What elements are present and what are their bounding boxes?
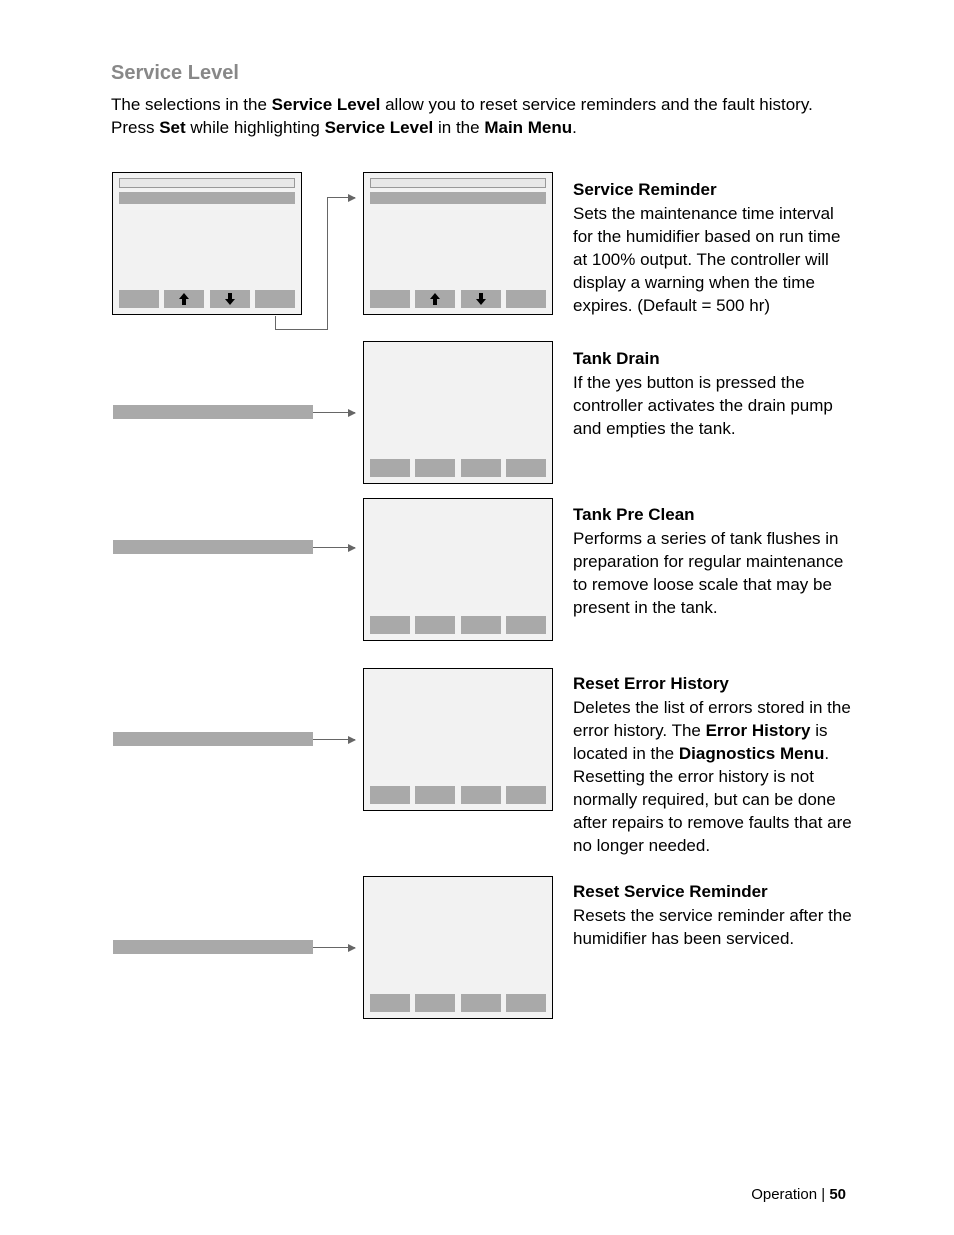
menu-item-bar <box>113 405 313 419</box>
screen-tank-drain <box>363 341 553 484</box>
intro-b2: Set <box>159 118 185 137</box>
screen-button-row <box>370 290 546 308</box>
footer-section: Operation <box>751 1186 817 1203</box>
softkey-4[interactable] <box>506 994 546 1012</box>
menu-item-bar <box>113 940 313 954</box>
screen-button-row <box>119 290 295 308</box>
screen-main-menu <box>112 172 302 315</box>
softkey-1[interactable] <box>370 616 410 634</box>
softkey-down[interactable] <box>461 290 501 308</box>
screen-service-level <box>363 172 553 315</box>
connector-line <box>275 329 327 330</box>
softkey-1[interactable] <box>370 994 410 1012</box>
intro-t1: The selections in the <box>111 95 272 114</box>
softkey-3[interactable] <box>461 616 501 634</box>
page-title: Service Level <box>111 60 239 87</box>
softkey-1[interactable] <box>370 290 410 308</box>
softkey-4[interactable] <box>255 290 295 308</box>
screen-reset-service <box>363 876 553 1019</box>
softkey-2[interactable] <box>415 994 455 1012</box>
desc-body: Performs a series of tank flushes in pre… <box>573 528 853 620</box>
screen-button-row <box>370 459 546 477</box>
softkey-3[interactable] <box>461 459 501 477</box>
softkey-up[interactable] <box>415 290 455 308</box>
softkey-1[interactable] <box>119 290 159 308</box>
desc-reset-error: Reset Error History Deletes the list of … <box>573 673 853 858</box>
desc-tank-drain: Tank Drain If the yes button is pressed … <box>573 348 853 441</box>
screen-reset-error <box>363 668 553 811</box>
page-number: 50 <box>829 1186 846 1203</box>
screen-button-row <box>370 994 546 1012</box>
desc-body: Sets the maintenance time interval for t… <box>573 203 853 318</box>
menu-item-bar <box>113 732 313 746</box>
arrow-icon <box>313 739 355 740</box>
desc-heading: Tank Pre Clean <box>573 504 853 527</box>
softkey-4[interactable] <box>506 290 546 308</box>
softkey-down[interactable] <box>210 290 250 308</box>
desc-service-reminder: Service Reminder Sets the maintenance ti… <box>573 179 853 318</box>
b: Error History <box>706 721 811 740</box>
softkey-1[interactable] <box>370 459 410 477</box>
connector-line <box>275 316 276 330</box>
screen-button-row <box>370 786 546 804</box>
intro-b1: Service Level <box>272 95 381 114</box>
intro-b4: Main Menu <box>484 118 572 137</box>
arrow-icon <box>313 547 355 548</box>
softkey-3[interactable] <box>461 786 501 804</box>
b: Diagnostics Menu <box>679 744 824 763</box>
desc-heading: Reset Error History <box>573 673 853 696</box>
arrow-icon <box>327 197 355 198</box>
intro-t3: while highlighting <box>186 118 325 137</box>
desc-reset-service: Reset Service Reminder Resets the servic… <box>573 881 853 951</box>
screen-tank-pre-clean <box>363 498 553 641</box>
arrow-icon <box>313 947 355 948</box>
softkey-3[interactable] <box>461 994 501 1012</box>
softkey-4[interactable] <box>506 616 546 634</box>
intro-t4: in the <box>433 118 484 137</box>
desc-heading: Tank Drain <box>573 348 853 371</box>
desc-heading: Reset Service Reminder <box>573 881 853 904</box>
softkey-4[interactable] <box>506 459 546 477</box>
arrow-up-icon <box>179 293 189 305</box>
softkey-up[interactable] <box>164 290 204 308</box>
intro-t5: . <box>572 118 577 137</box>
menu-item-bar <box>113 540 313 554</box>
desc-body: Resets the service reminder after the hu… <box>573 905 853 951</box>
arrow-down-icon <box>225 293 235 305</box>
arrow-down-icon <box>476 293 486 305</box>
softkey-2[interactable] <box>415 616 455 634</box>
arrow-icon <box>313 412 355 413</box>
arrow-up-icon <box>430 293 440 305</box>
desc-heading: Service Reminder <box>573 179 853 202</box>
softkey-1[interactable] <box>370 786 410 804</box>
desc-body: Deletes the list of errors stored in the… <box>573 697 853 858</box>
softkey-4[interactable] <box>506 786 546 804</box>
intro-b3: Service Level <box>325 118 434 137</box>
page-footer: Operation | 50 <box>751 1185 846 1205</box>
desc-body: If the yes button is pressed the control… <box>573 372 853 441</box>
intro-paragraph: The selections in the Service Level allo… <box>111 94 851 140</box>
footer-sep: | <box>817 1186 829 1203</box>
screen-highlight-row <box>119 192 295 204</box>
screen-button-row <box>370 616 546 634</box>
connector-line <box>327 197 328 330</box>
screen-highlight-row <box>370 192 546 204</box>
desc-tank-pre-clean: Tank Pre Clean Performs a series of tank… <box>573 504 853 620</box>
screen-title-bar <box>370 178 546 188</box>
softkey-2[interactable] <box>415 459 455 477</box>
softkey-2[interactable] <box>415 786 455 804</box>
screen-title-bar <box>119 178 295 188</box>
